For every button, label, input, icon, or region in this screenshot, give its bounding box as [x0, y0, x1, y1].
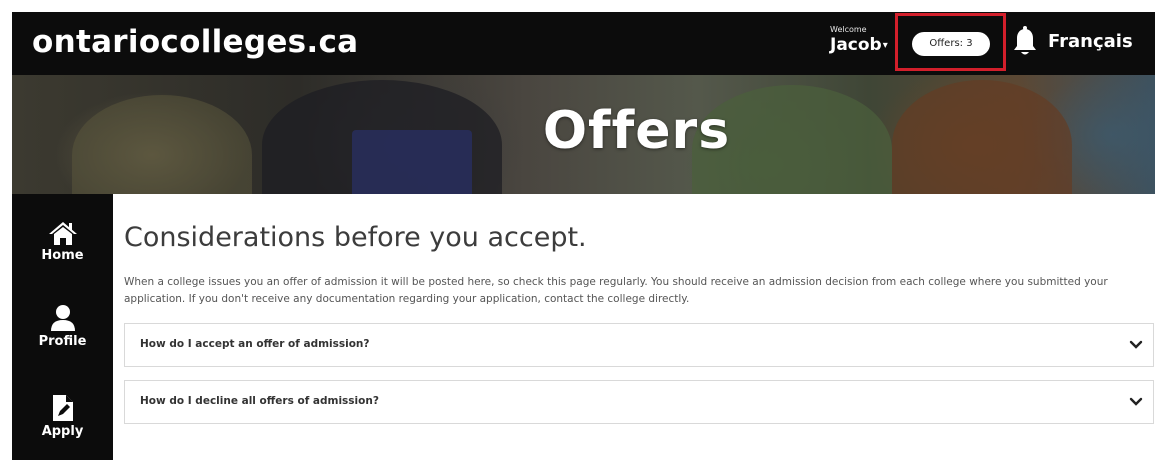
chevron-down-icon — [1129, 340, 1143, 349]
site-logo[interactable]: ontariocolleges.ca — [32, 24, 358, 60]
home-icon — [48, 222, 77, 245]
top-header: ontariocolleges.ca Welcome Jacob▾ Offers… — [12, 12, 1155, 75]
page-title: Offers — [542, 101, 731, 161]
sidebar-item-label: Home — [41, 248, 84, 263]
welcome-label: Welcome — [830, 25, 867, 34]
sidebar-item-profile[interactable]: Profile — [12, 304, 113, 384]
sidebar-nav: Home Profile Apply — [12, 194, 113, 460]
section-heading: Considerations before you accept. — [124, 222, 587, 253]
hero-banner: Offers — [12, 75, 1155, 194]
offers-highlight-box: Offers: 3 — [895, 13, 1006, 71]
sidebar-item-label: Apply — [41, 424, 84, 439]
sidebar-item-home[interactable]: Home — [12, 220, 113, 300]
chevron-down-icon — [1129, 397, 1143, 406]
user-name: Jacob — [830, 35, 882, 55]
intro-text: When a college issues you an offer of ad… — [124, 276, 1108, 305]
accordion-title: How do I accept an offer of admission? — [140, 338, 370, 350]
offers-button[interactable]: Offers: 3 — [912, 32, 990, 56]
main-content: Considerations before you accept. When a… — [113, 194, 1155, 460]
bell-icon[interactable] — [1012, 26, 1038, 58]
language-toggle-link[interactable]: Français — [1048, 31, 1133, 52]
accordion-title: How do I decline all offers of admission… — [140, 395, 379, 407]
accordion-accept-offer[interactable]: How do I accept an offer of admission? — [124, 323, 1154, 367]
sidebar-item-apply[interactable]: Apply — [12, 394, 113, 460]
accordion-decline-offers[interactable]: How do I decline all offers of admission… — [124, 380, 1154, 424]
apply-icon — [52, 395, 73, 421]
caret-down-icon: ▾ — [882, 40, 888, 51]
user-menu[interactable]: Welcome Jacob▾ — [830, 25, 888, 55]
sidebar-item-label: Profile — [38, 334, 87, 349]
profile-icon — [50, 305, 75, 331]
